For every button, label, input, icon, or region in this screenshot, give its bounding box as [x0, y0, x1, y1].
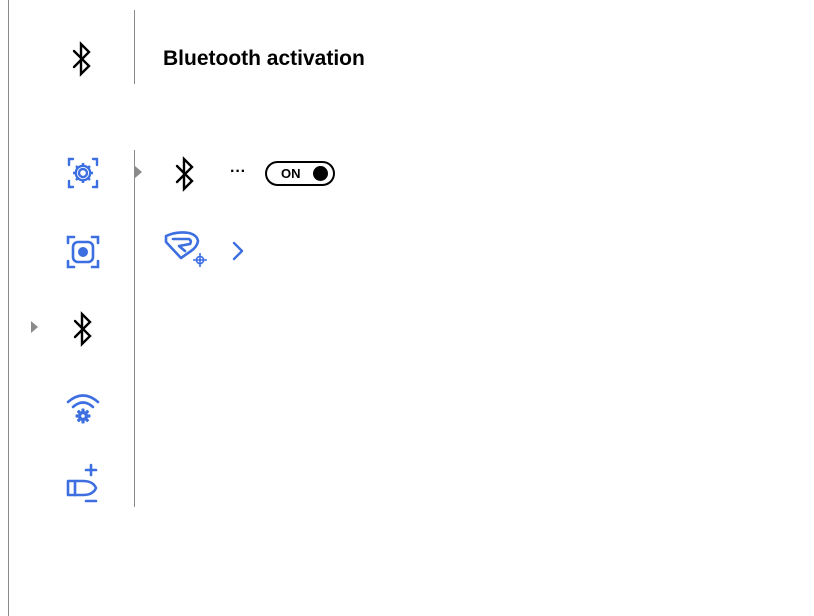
page-left-border — [8, 0, 9, 616]
toggle-knob — [313, 166, 328, 181]
ammo-profile-icon — [63, 463, 103, 507]
nav-item-capture[interactable] — [58, 227, 108, 277]
chevron-right-icon — [231, 241, 245, 266]
row-separator-dots: ··· — [230, 163, 246, 180]
header-divider — [134, 10, 135, 84]
nav-item-ammo[interactable] — [58, 460, 108, 510]
app-link-button[interactable] — [163, 229, 253, 273]
bluetooth-icon — [173, 156, 197, 192]
nav-item-bluetooth[interactable] — [58, 304, 108, 354]
active-nav-pointer — [31, 321, 38, 333]
bluetooth-icon — [70, 41, 94, 77]
capture-mode-icon — [63, 232, 103, 272]
bluetooth-icon — [71, 311, 95, 347]
settings-gear-icon — [63, 153, 103, 193]
selected-row-pointer — [135, 166, 142, 178]
wifi-settings-icon — [63, 388, 103, 428]
page-title: Bluetooth activation — [163, 47, 365, 70]
app-logo-icon — [163, 229, 213, 278]
toggle-label: ON — [281, 166, 301, 181]
nav-divider — [134, 150, 135, 507]
nav-item-settings[interactable] — [58, 148, 108, 198]
nav-item-wifi[interactable] — [58, 383, 108, 433]
bluetooth-toggle[interactable]: ON — [265, 161, 335, 186]
